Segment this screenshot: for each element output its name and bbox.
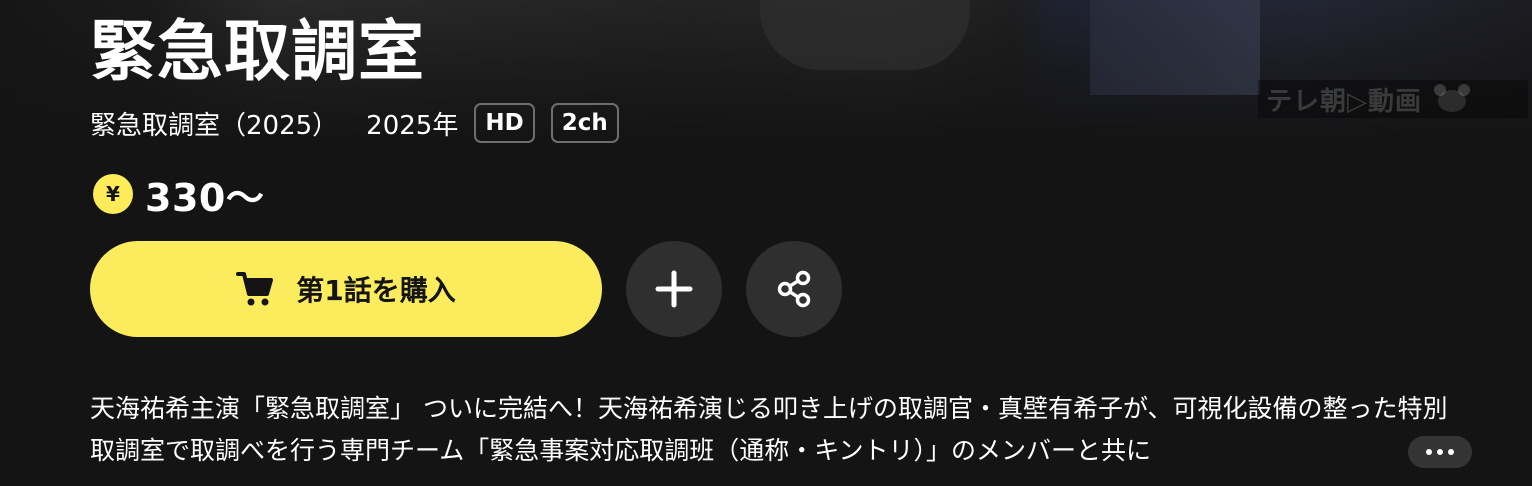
- price-label: 330〜: [145, 175, 265, 220]
- title-detail-page: テレ朝▷動画 緊急取調室 緊急取調室（2025） 2025年 HD 2ch ¥ …: [0, 0, 1532, 486]
- buy-episode-button[interactable]: 第1話を購入: [90, 241, 602, 337]
- share-button[interactable]: [746, 241, 842, 337]
- add-to-list-button[interactable]: [626, 241, 722, 337]
- broadcaster-watermark: テレ朝▷動画: [1258, 80, 1528, 118]
- hero-figure: [1090, 0, 1260, 95]
- audio-channel-badge: 2ch: [550, 103, 619, 143]
- series-name: 緊急取調室（2025）: [90, 110, 339, 141]
- cart-icon: [236, 272, 274, 306]
- title-meta: 緊急取調室（2025） 2025年 HD 2ch: [90, 100, 635, 146]
- price-row: ¥ 330〜: [93, 170, 264, 220]
- yen-coin-icon: ¥: [93, 174, 133, 214]
- more-icon: [1424, 449, 1457, 455]
- expand-synopsis-button[interactable]: [1408, 436, 1472, 468]
- synopsis-text: 天海祐希主演「緊急取調室」 ついに完結へ！天海祐希演じる叩き上げの取調官・真壁有…: [90, 394, 1448, 465]
- plus-icon: [655, 270, 693, 308]
- hd-badge: HD: [474, 103, 535, 143]
- watermark-text: テレ朝▷動画: [1266, 86, 1422, 117]
- share-icon: [777, 270, 811, 308]
- release-year: 2025年: [366, 110, 459, 141]
- panda-logo-icon: [1432, 84, 1472, 114]
- page-title: 緊急取調室: [90, 13, 425, 90]
- hero-figure: [760, 0, 970, 70]
- buy-button-label: 第1話を購入: [296, 274, 456, 307]
